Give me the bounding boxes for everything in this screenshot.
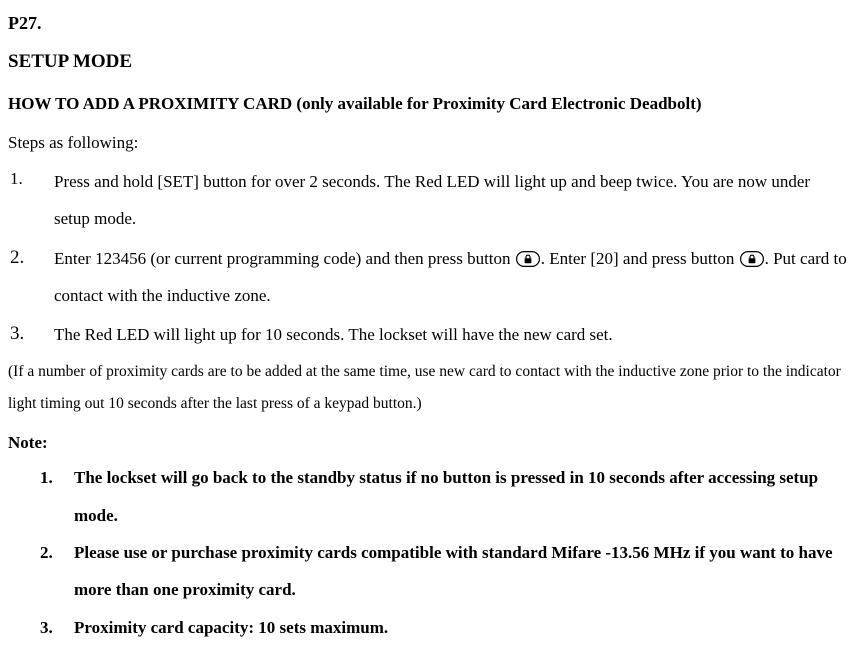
note-number: 2. [8,534,74,609]
note-text: Please use or purchase proximity cards c… [74,534,848,609]
step-text: Press and hold [SET] button for over 2 s… [54,163,848,238]
step-text: The Red LED will light up for 10 seconds… [54,316,848,353]
note-item: 1. The lockset will go back to the stand… [8,459,848,534]
subtitle: HOW TO ADD A PROXIMITY CARD (only availa… [8,88,848,120]
step-number: 2. [8,240,54,315]
paren-note: (If a number of proximity cards are to b… [8,356,848,421]
step-text-part: . Enter [20] and press button [541,249,739,268]
lock-icon [516,251,540,267]
setup-mode-title: SETUP MODE [8,44,848,80]
step-item: 2. Enter 123456 (or current programming … [8,240,848,315]
page-label: P27. [8,6,848,40]
note-item: 2. Please use or purchase proximity card… [8,534,848,609]
notes-list: 1. The lockset will go back to the stand… [8,459,848,646]
note-text: The lockset will go back to the standby … [74,459,848,534]
note-text: Proximity card capacity: 10 sets maximum… [74,609,848,646]
note-number: 3. [8,609,74,646]
step-number: 1. [8,163,54,238]
step-item: 1. Press and hold [SET] button for over … [8,163,848,238]
steps-list: 1. Press and hold [SET] button for over … [8,163,848,354]
note-number: 1. [8,459,74,534]
steps-intro: Steps as following: [8,127,848,159]
note-item: 3. Proximity card capacity: 10 sets maxi… [8,609,848,646]
note-label: Note: [8,427,848,459]
step-text-part: Enter 123456 (or current programming cod… [54,249,515,268]
step-number: 3. [8,316,54,353]
step-text: Enter 123456 (or current programming cod… [54,240,848,315]
step-item: 3. The Red LED will light up for 10 seco… [8,316,848,353]
lock-icon [740,251,764,267]
